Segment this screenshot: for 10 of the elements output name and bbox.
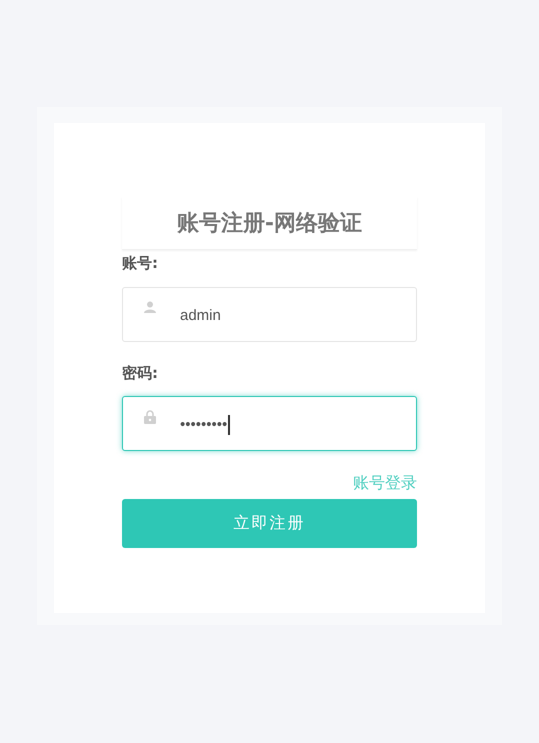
input-field[interactable]: admin [122,286,417,342]
field-label: 密码: [122,362,159,384]
field-value: admin [180,306,221,326]
form-title: 账号注册-网络验证 [122,197,417,250]
lock-icon [144,410,156,424]
text-caret [228,415,230,436]
user-icon [144,300,156,312]
input-field[interactable]: ••••••••• [122,396,417,451]
field-label: 账号: [122,253,159,274]
field-value: ••••••••• [180,415,228,435]
